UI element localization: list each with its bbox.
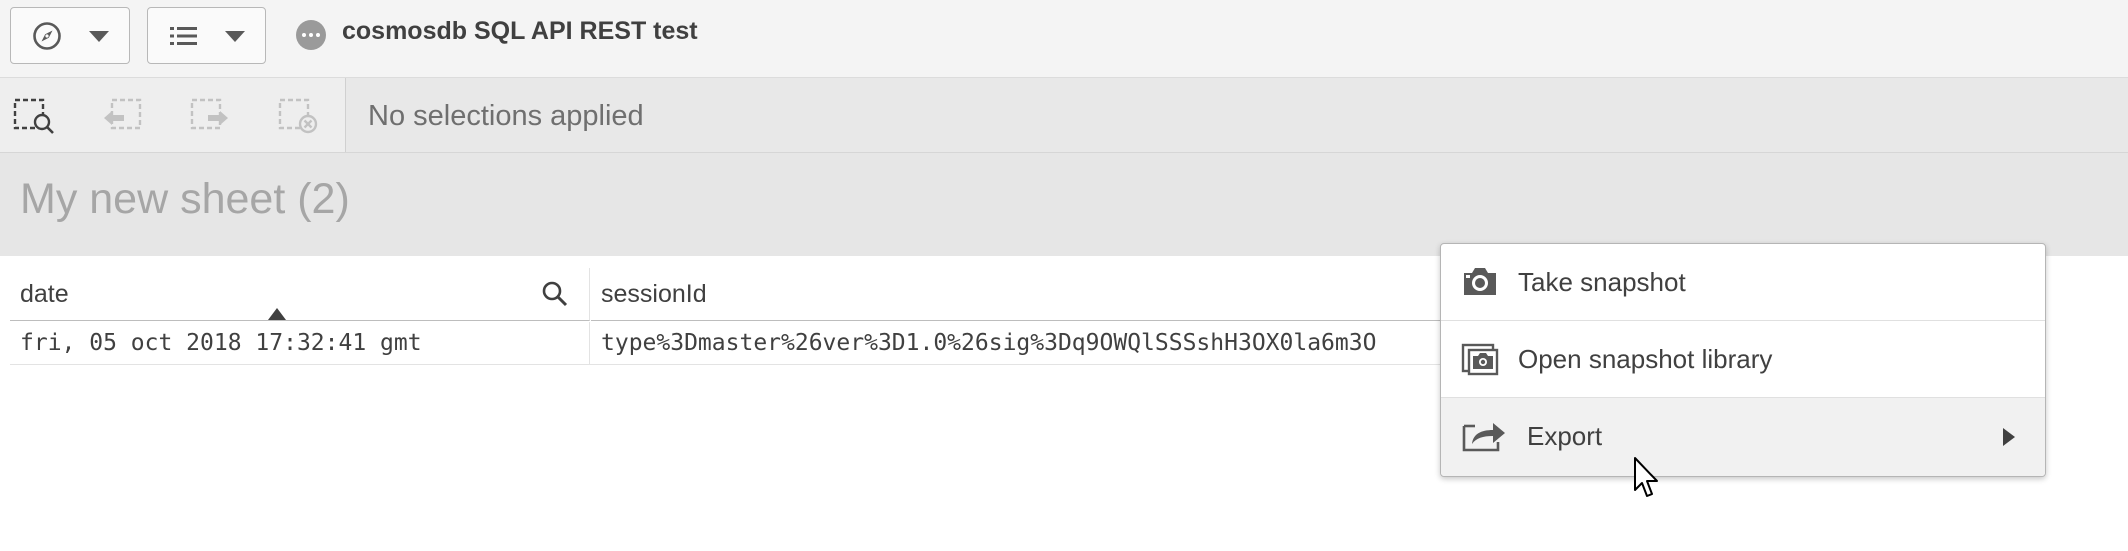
smart-search-icon[interactable]	[12, 96, 56, 136]
menu-item-label: Open snapshot library	[1518, 344, 1773, 374]
sheet-title: My new sheet (2)	[20, 175, 350, 223]
app-dots-icon	[296, 20, 326, 50]
chevron-right-icon	[2003, 428, 2015, 446]
top-toolbar: cosmosdb SQL API REST test	[0, 0, 2128, 78]
list-icon	[170, 27, 197, 45]
search-icon[interactable]	[541, 280, 569, 308]
menu-item-export[interactable]: Export	[1441, 398, 2045, 476]
menu-item-open-snapshot-library[interactable]: Open snapshot library	[1441, 321, 2045, 398]
table-cell[interactable]: fri, 05 oct 2018 17:32:41 gmt	[10, 322, 590, 365]
table-cell[interactable]: type%3Dmaster%26ver%3D1.0%26sig%3Dq9OWQl…	[591, 322, 1500, 365]
sheet-list-button[interactable]	[147, 7, 266, 64]
app-title: cosmosdb SQL API REST test	[342, 17, 698, 45]
sheet-title-bar: My new sheet (2)	[0, 153, 2128, 256]
menu-item-take-snapshot[interactable]: Take snapshot	[1441, 244, 2045, 321]
menu-item-label: Export	[1527, 421, 1603, 451]
column-header-label: sessionId	[601, 280, 707, 308]
mouse-cursor-icon	[1634, 457, 1658, 497]
selection-tools	[0, 78, 346, 152]
column-header-date[interactable]: date	[10, 268, 590, 321]
snapshot-library-icon	[1461, 343, 1499, 376]
data-table: date sessionId fri, 05 oct 2018 17:32:41…	[10, 268, 1500, 366]
selections-status: No selections applied	[368, 100, 644, 132]
navigation-menu-button[interactable]	[10, 7, 130, 64]
table-row[interactable]: fri, 05 oct 2018 17:32:41 gmt type%3Dmas…	[10, 322, 1500, 365]
selections-bar: No selections applied	[0, 78, 2128, 153]
step-forward-icon[interactable]	[188, 96, 232, 136]
context-menu: Take snapshot Open snapshot library Expo…	[1440, 243, 2046, 477]
chevron-down-icon	[89, 31, 109, 42]
step-back-icon[interactable]	[100, 96, 144, 136]
compass-icon	[33, 22, 61, 50]
camera-icon	[1464, 268, 1496, 295]
chevron-down-icon	[225, 31, 245, 42]
column-header-sessionid[interactable]: sessionId	[591, 268, 1500, 321]
column-header-label: date	[20, 280, 69, 308]
sort-ascending-icon	[268, 308, 286, 320]
clear-selections-icon[interactable]	[276, 96, 320, 136]
menu-item-label: Take snapshot	[1518, 267, 1686, 297]
export-icon	[1462, 423, 1505, 452]
